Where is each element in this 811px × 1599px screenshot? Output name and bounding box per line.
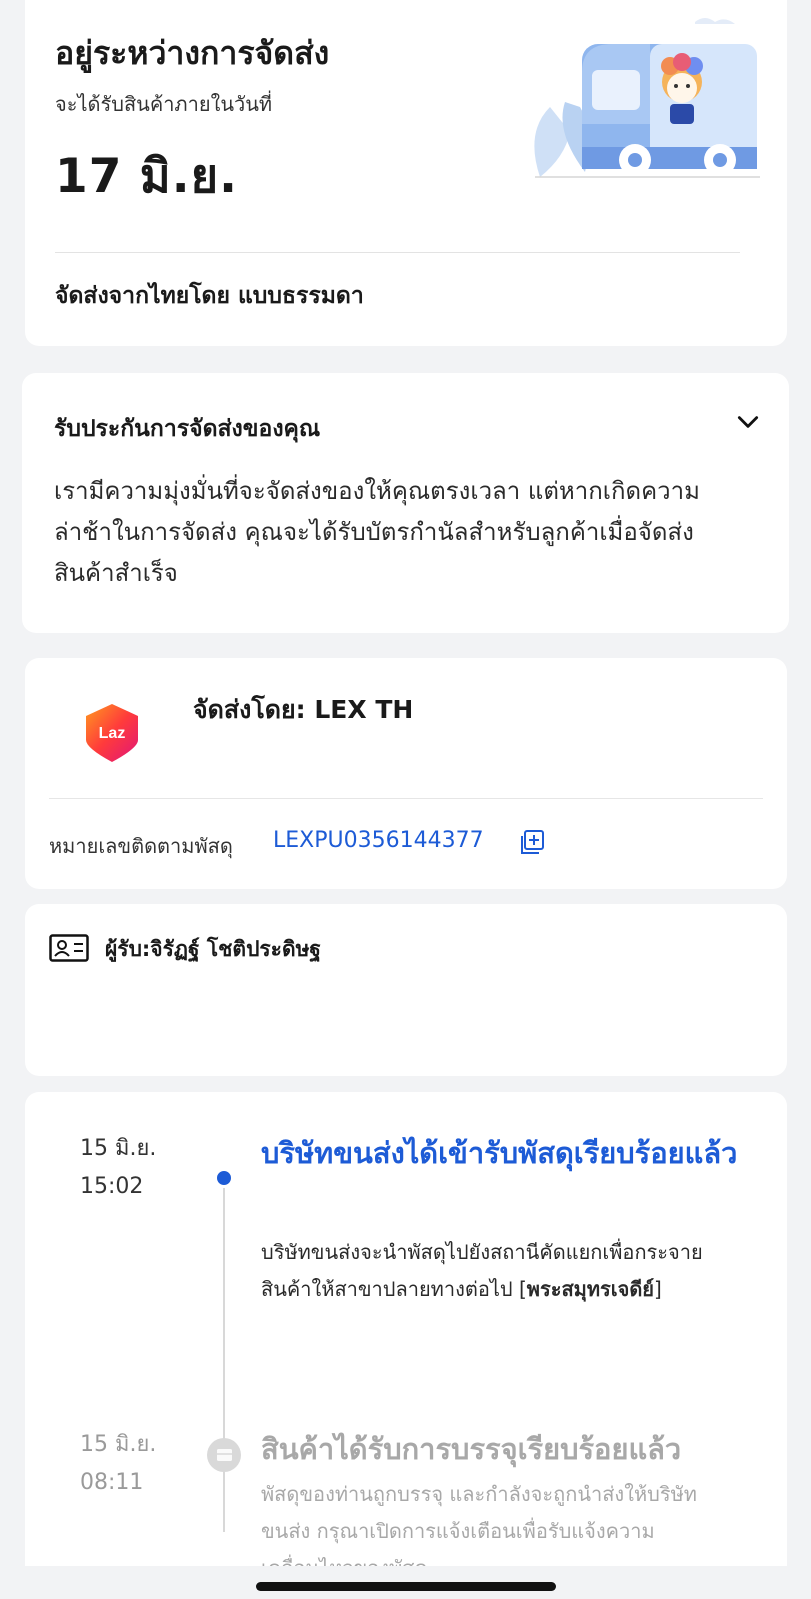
recipient-card: ผู้รับ:จิรัฏฐ์ โชติประดิษฐ	[25, 904, 787, 1076]
carrier-name: จัดส่งโดย: LEX TH	[193, 695, 414, 724]
timeline-line	[223, 1172, 225, 1532]
guarantee-title: รับประกันการจัดส่งของคุณ	[54, 416, 321, 442]
delivery-truck-illustration	[534, 18, 760, 178]
timeline-active-dot	[214, 1168, 234, 1188]
svg-text:Laz: Laz	[99, 725, 126, 742]
divider	[55, 252, 740, 253]
recipient-name: ผู้รับ:จิรัฏฐ์ โชติประดิษฐ	[105, 937, 322, 961]
tracking-number[interactable]: LEXPU0356144377	[273, 828, 484, 853]
shipping-method: จัดส่งจากไทยโดย แบบธรรมดา	[55, 283, 364, 309]
status-title: อยู่ระหว่างการจัดส่ง	[55, 34, 330, 72]
home-indicator[interactable]	[256, 1582, 556, 1591]
copy-icon[interactable]	[518, 828, 546, 856]
divider	[49, 798, 763, 799]
status-subtitle: จะได้รับสินค้าภายในวันที่	[55, 92, 273, 116]
timeline-event-description: บริษัทขนส่งจะนำพัสดุไปยังสถานีคัดแยกเพื่…	[261, 1240, 703, 1301]
id-card-icon	[49, 934, 89, 962]
timeline-event-datetime: 15 มิ.ย. 08:11	[80, 1432, 157, 1495]
timeline-event-title: สินค้าได้รับการบรรจุเรียบร้อยแล้ว	[261, 1432, 682, 1466]
carrier-card: Laz จัดส่งโดย: LEX TH หมายเลขติดตามพัสดุ…	[25, 658, 787, 889]
chevron-down-icon[interactable]	[735, 409, 761, 435]
tracking-timeline-card: 15 มิ.ย. 15:02 บริษัทขนส่งได้เข้ารับพัสด…	[25, 1092, 787, 1599]
timeline-event-title: บริษัทขนส่งได้เข้ารับพัสดุเรียบร้อยแล้ว	[261, 1136, 738, 1170]
delivery-guarantee-card[interactable]: รับประกันการจัดส่งของคุณ เรามีความมุ่งมั…	[22, 373, 789, 633]
guarantee-description: เรามีความมุ่งมั่นที่จะจัดส่งของให้คุณตรง…	[54, 477, 700, 587]
timeline-event-datetime: 15 มิ.ย. 15:02	[80, 1136, 157, 1199]
package-icon	[207, 1438, 241, 1472]
lazada-logo: Laz	[86, 704, 138, 762]
estimated-date: 17 มิ.ย.	[55, 149, 238, 204]
tracking-label: หมายเลขติดตามพัสดุ	[49, 834, 233, 858]
delivery-status-card: อยู่ระหว่างการจัดส่ง จะได้รับสินค้าภายใน…	[25, 0, 787, 346]
